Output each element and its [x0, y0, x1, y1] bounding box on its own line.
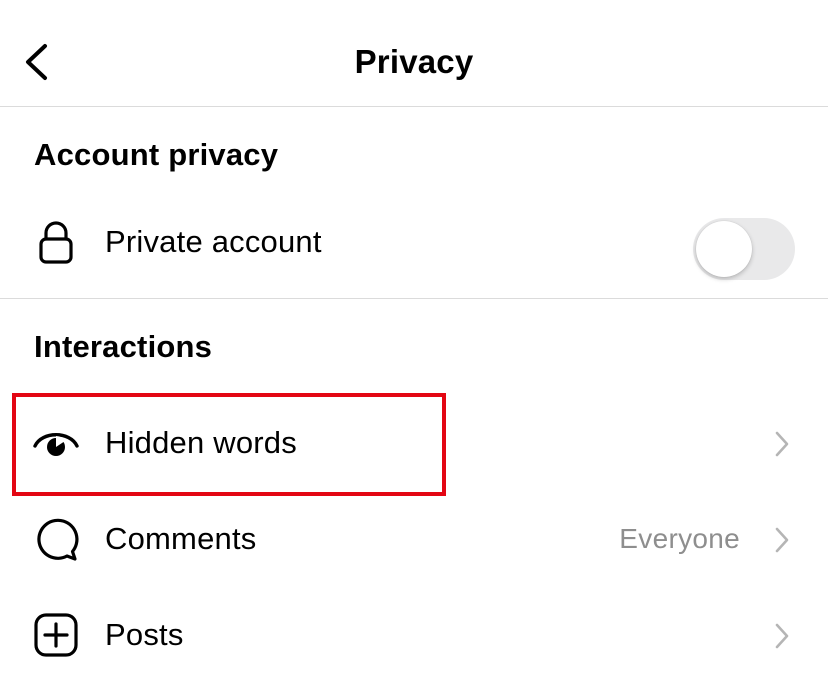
eye-icon — [33, 433, 79, 456]
comment-bubble-icon — [37, 518, 79, 561]
posts-label: Posts — [105, 617, 184, 652]
posts-row[interactable]: Posts — [0, 595, 828, 675]
comments-value: Everyone — [619, 523, 740, 554]
section-title-account-privacy: Account privacy — [34, 137, 279, 172]
hidden-words-row[interactable]: Hidden words — [0, 403, 828, 483]
private-account-toggle[interactable] — [693, 218, 795, 280]
chevron-right-icon — [775, 527, 789, 553]
private-account-label: Private account — [105, 224, 322, 259]
hidden-words-label: Hidden words — [105, 425, 297, 460]
page-title: Privacy — [354, 43, 474, 80]
header-bar: Privacy — [0, 0, 828, 107]
comments-label: Comments — [105, 521, 257, 556]
chevron-right-icon — [775, 431, 789, 457]
plus-square-icon — [34, 613, 78, 657]
toggle-knob — [696, 221, 752, 277]
section-divider — [0, 298, 828, 299]
lock-icon — [39, 221, 73, 264]
chevron-right-icon — [775, 623, 789, 649]
section-title-interactions: Interactions — [34, 329, 213, 364]
comments-row[interactable]: Comments Everyone — [0, 499, 828, 579]
